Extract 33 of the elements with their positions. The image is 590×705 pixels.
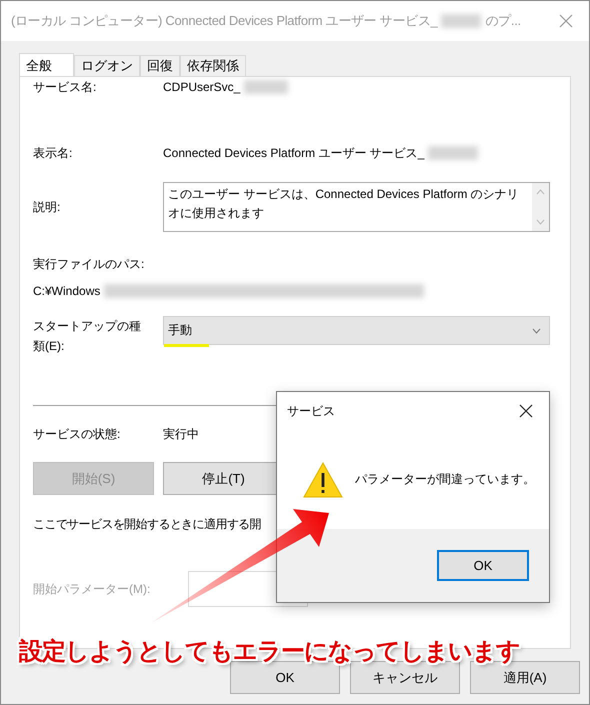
field-label: 実行ファイルのパス:: [33, 256, 144, 272]
warning-icon: [303, 462, 343, 498]
scroll-down-icon[interactable]: [536, 219, 545, 225]
field-label: サービス名:: [33, 78, 98, 96]
service-status: 実行中: [163, 426, 199, 442]
field-label: 表示名:: [33, 144, 74, 162]
highlight-underline: [164, 344, 209, 347]
field-label: 開始パラメーター(M):: [33, 580, 152, 598]
description-box[interactable]: このユーザー サービスは、Connected Devices Platform のシナリオに使用されます: [163, 182, 550, 232]
window-title: (ローカル コンピューター) Connected Devices Platform ユーザー サービス_: [11, 12, 438, 30]
startup-type-dropdown[interactable]: 手動: [163, 316, 550, 345]
field-label: 説明:: [33, 198, 62, 216]
executable-path: C:¥Windows: [33, 284, 100, 298]
blurred-text: [428, 146, 478, 160]
tab[interactable]: 回復: [140, 55, 180, 76]
window-title: のプ...: [485, 12, 521, 30]
error-message: パラメーターが間違っています。: [355, 471, 535, 488]
hint-text: ここでサービスを開始するときに適用する開: [33, 516, 262, 532]
display-name: Connected Devices Platform ユーザー サービス_: [163, 144, 424, 162]
description-text: このユーザー サービスは、Connected Devices Platform のシナリオに使用されます: [167, 186, 520, 222]
service-name: CDPUserSvc_: [163, 80, 240, 94]
field-label: サービスの状態:: [33, 426, 122, 442]
tab[interactable]: 依存関係: [180, 55, 246, 76]
blurred-text: [441, 14, 482, 28]
field-label: スタートアップの種類(E):: [33, 318, 142, 355]
blurred-text: [244, 80, 288, 94]
scroll-up-icon[interactable]: [536, 189, 545, 195]
message-box-title: サービス: [287, 402, 335, 420]
tab[interactable]: 全般: [19, 53, 74, 77]
chevron-down-icon: [532, 328, 541, 334]
tab[interactable]: ログオン: [74, 55, 140, 76]
close-icon[interactable]: [519, 404, 533, 418]
ok-button[interactable]: OK: [437, 550, 529, 581]
